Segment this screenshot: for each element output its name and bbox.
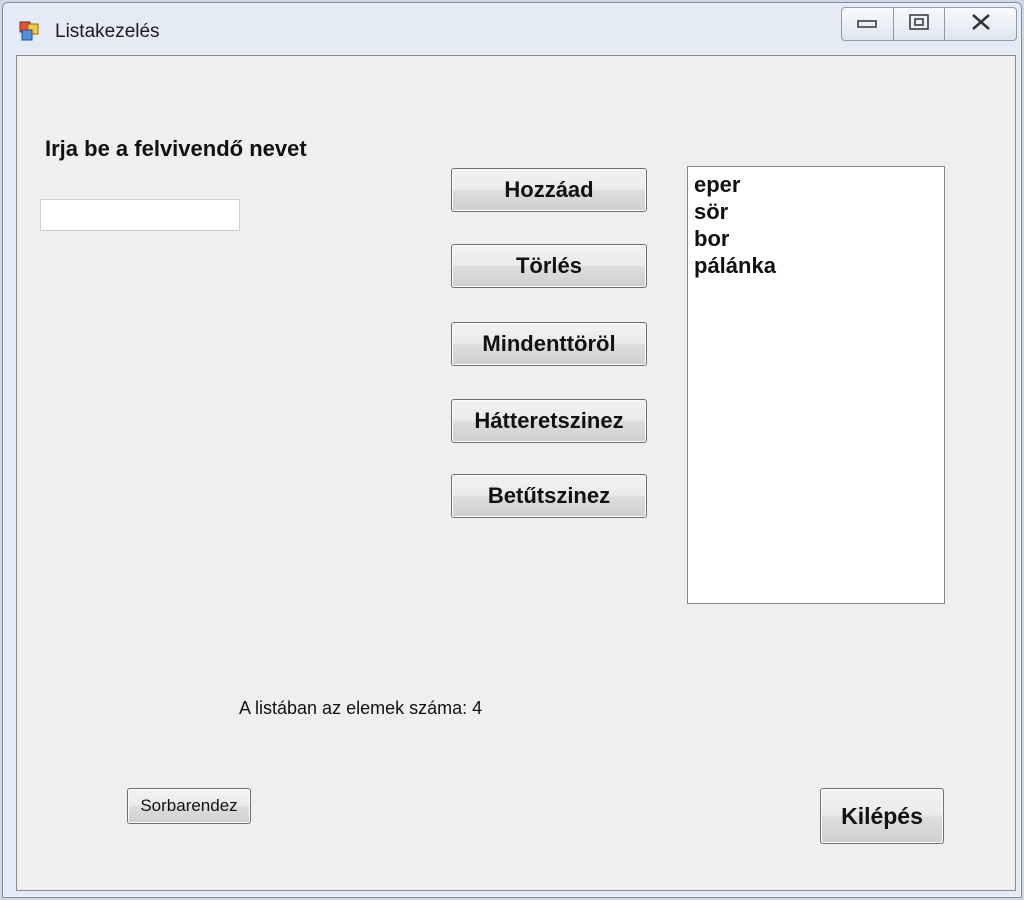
list-item[interactable]: eper bbox=[694, 171, 938, 198]
item-count-label: A listában az elemek száma: bbox=[239, 698, 468, 718]
font-color-button[interactable]: Betűtszinez bbox=[451, 474, 647, 518]
list-item[interactable]: pálánka bbox=[694, 252, 938, 279]
exit-button[interactable]: Kilépés bbox=[820, 788, 944, 844]
add-button[interactable]: Hozzáad bbox=[451, 168, 647, 212]
background-color-button[interactable]: Hátteretszinez bbox=[451, 399, 647, 443]
sort-button[interactable]: Sorbarendez bbox=[127, 788, 251, 824]
main-window: Listakezelés Irja be a felvivendő nevet bbox=[2, 2, 1022, 898]
name-prompt-label: Irja be a felvivendő nevet bbox=[45, 136, 307, 161]
item-count-value: 4 bbox=[472, 698, 483, 718]
title-bar[interactable]: Listakezelés bbox=[3, 3, 1021, 53]
window-controls bbox=[841, 7, 1017, 41]
items-listbox[interactable]: eper sör bor pálánka bbox=[687, 166, 945, 604]
delete-all-button[interactable]: Mindenttöröl bbox=[451, 322, 647, 366]
window-title: Listakezelés bbox=[55, 21, 160, 42]
close-button[interactable] bbox=[945, 8, 1016, 40]
item-count-status: A listában az elemek száma: 4 bbox=[239, 698, 482, 719]
list-item[interactable]: sör bbox=[694, 198, 938, 225]
minimize-icon bbox=[856, 15, 878, 34]
name-input[interactable] bbox=[40, 199, 240, 231]
app-window-icon bbox=[19, 21, 39, 41]
minimize-button[interactable] bbox=[842, 8, 894, 40]
close-icon bbox=[969, 13, 993, 36]
maximize-button[interactable] bbox=[894, 8, 946, 40]
form-client-area: Irja be a felvivendő nevet Hozzáad Törlé… bbox=[16, 55, 1016, 891]
list-item[interactable]: bor bbox=[694, 225, 938, 252]
maximize-icon bbox=[908, 13, 930, 36]
delete-button[interactable]: Törlés bbox=[451, 244, 647, 288]
